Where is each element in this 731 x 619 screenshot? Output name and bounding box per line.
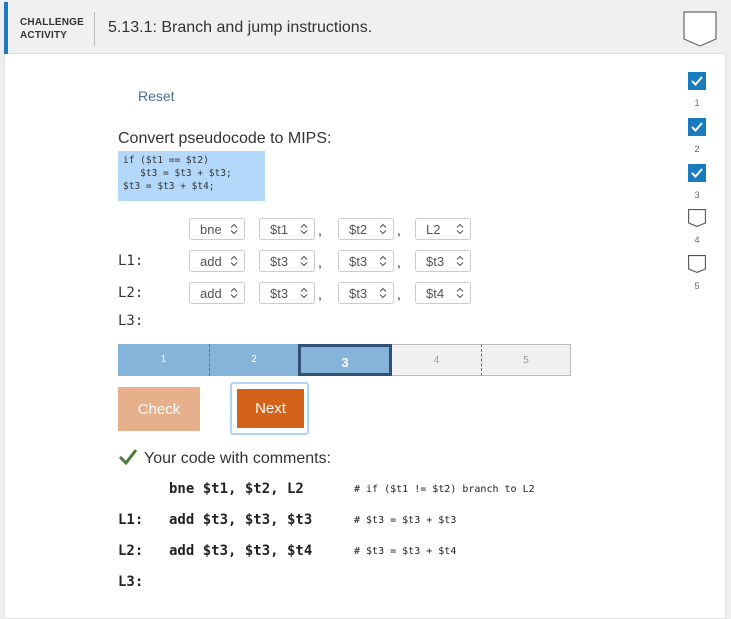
level-number: 4	[694, 235, 700, 245]
select-value: $t1	[270, 222, 289, 237]
select-value: add	[200, 254, 222, 269]
operand-select[interactable]: $t3	[259, 250, 315, 272]
operand-select[interactable]: $t3	[338, 250, 394, 272]
chevron-updown-icon	[300, 255, 308, 267]
select-value: $t3	[270, 286, 289, 301]
pseudocode-block: if ($t1 == $t2) $t3 = $t3 + $t3; $t3 = $…	[118, 151, 265, 201]
row-label: L2:	[118, 285, 144, 301]
chevron-updown-icon	[230, 255, 238, 267]
level-indicator[interactable]: 5	[686, 255, 708, 291]
progress-segment-3[interactable]: 3	[298, 344, 392, 376]
success-check-icon	[118, 449, 138, 466]
select-value: $t3	[270, 254, 289, 269]
operand-select[interactable]: add	[189, 282, 245, 304]
level-progress-bar: 12345	[118, 344, 571, 376]
reset-link[interactable]: Reset	[138, 88, 175, 104]
operand-select[interactable]: L2	[415, 218, 471, 240]
header-accent-bar	[4, 2, 8, 54]
level-number: 3	[694, 190, 700, 200]
activity-card	[4, 2, 726, 619]
operand-select[interactable]: $t3	[259, 282, 315, 304]
select-value: $t4	[426, 286, 445, 301]
result-label: L2:	[118, 543, 144, 559]
result-label: L1:	[118, 512, 144, 528]
activity-title: 5.13.1: Branch and jump instructions.	[108, 19, 373, 36]
empty-level-icon	[688, 255, 706, 273]
empty-level-icon	[688, 209, 706, 227]
checked-box-icon	[688, 118, 706, 136]
chevron-updown-icon	[230, 223, 238, 235]
level-indicator[interactable]: 4	[686, 209, 708, 245]
operand-select[interactable]: $t3	[415, 250, 471, 272]
result-label: L3:	[118, 574, 144, 590]
comma-separator: ,	[318, 286, 322, 302]
operand-select[interactable]: $t3	[338, 282, 394, 304]
checked-box-icon	[688, 164, 706, 182]
select-value: bne	[200, 222, 222, 237]
chevron-updown-icon	[300, 223, 308, 235]
select-value: $t3	[349, 254, 368, 269]
select-value: $t3	[426, 254, 445, 269]
chevron-updown-icon	[300, 287, 308, 299]
chevron-updown-icon	[456, 223, 464, 235]
progress-segment-1[interactable]: 1	[118, 344, 209, 376]
level-indicator[interactable]: 1	[686, 72, 708, 108]
progress-segment-4[interactable]: 4	[392, 344, 481, 376]
progress-segment-5[interactable]: 5	[481, 344, 571, 376]
check-button[interactable]: Check	[118, 387, 200, 431]
operand-select[interactable]: $t1	[259, 218, 315, 240]
select-value: L2	[426, 222, 441, 237]
activity-type-line2: ACTIVITY	[20, 30, 68, 41]
progress-segment-2[interactable]: 2	[209, 344, 298, 376]
activity-header: CHALLENGE ACTIVITY 5.13.1: Branch and ju…	[4, 2, 726, 54]
comma-separator: ,	[397, 254, 401, 270]
level-indicator[interactable]: 3	[686, 164, 708, 200]
chevron-updown-icon	[456, 287, 464, 299]
next-button-focus-ring: Next	[230, 382, 309, 435]
result-instruction: add $t3, $t3, $t4	[169, 543, 313, 559]
level-indicator[interactable]: 2	[686, 118, 708, 154]
select-value: $t2	[349, 222, 368, 237]
comma-separator: ,	[397, 286, 401, 302]
comma-separator: ,	[318, 254, 322, 270]
bookmark-icon[interactable]	[683, 11, 717, 47]
chevron-updown-icon	[379, 287, 387, 299]
chevron-updown-icon	[379, 223, 387, 235]
select-value: $t3	[349, 286, 368, 301]
chevron-updown-icon	[456, 255, 464, 267]
select-value: add	[200, 286, 222, 301]
comma-separator: ,	[318, 222, 322, 238]
operand-select[interactable]: add	[189, 250, 245, 272]
level-number: 5	[694, 281, 700, 291]
result-instruction: bne $t1, $t2, L2	[169, 481, 304, 497]
level-number: 2	[694, 144, 700, 154]
operand-select[interactable]: bne	[189, 218, 245, 240]
result-instruction: add $t3, $t3, $t3	[169, 512, 313, 528]
result-comment: # $t3 = $t3 + $t3	[354, 515, 457, 526]
prompt-text: Convert pseudocode to MIPS:	[118, 130, 332, 147]
activity-type-line1: CHALLENGE	[20, 17, 85, 28]
result-heading: Your code with comments:	[144, 450, 332, 467]
checked-box-icon	[688, 72, 706, 90]
chevron-updown-icon	[379, 255, 387, 267]
next-button[interactable]: Next	[237, 389, 304, 428]
comma-separator: ,	[397, 222, 401, 238]
operand-select[interactable]: $t2	[338, 218, 394, 240]
activity-type-label: CHALLENGE ACTIVITY	[20, 16, 84, 42]
chevron-updown-icon	[230, 287, 238, 299]
level-number: 1	[694, 98, 700, 108]
operand-select[interactable]: $t4	[415, 282, 471, 304]
row-label: L3:	[118, 313, 144, 329]
result-comment: # if ($t1 != $t2) branch to L2	[354, 484, 535, 495]
result-comment: # $t3 = $t3 + $t4	[354, 546, 457, 557]
row-label: L1:	[118, 253, 144, 269]
header-divider	[94, 12, 95, 46]
